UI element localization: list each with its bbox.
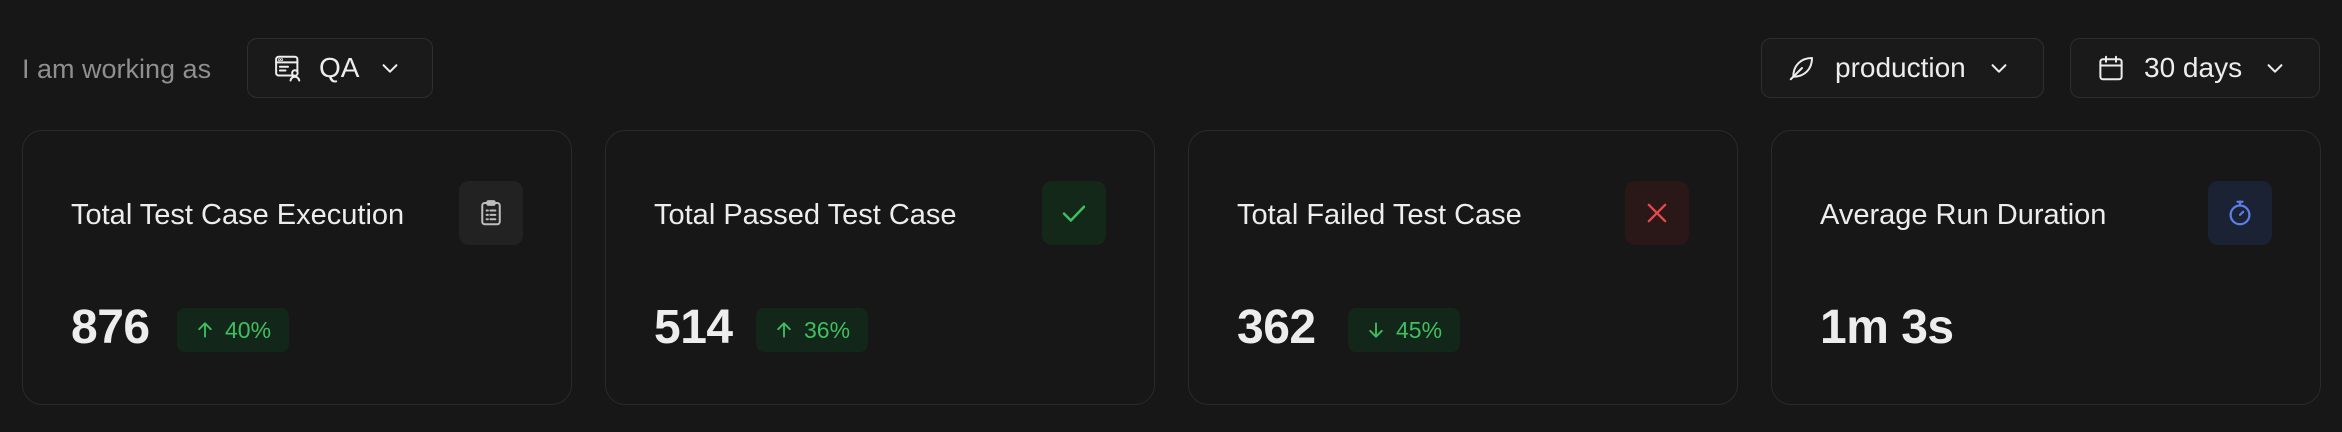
date-range-dropdown[interactable]: 30 days — [2070, 38, 2320, 98]
card-value: 1m 3s — [1820, 301, 1954, 354]
role-label: QA — [319, 52, 360, 83]
arrow-up-icon — [774, 320, 794, 340]
delta-badge: 40% — [177, 308, 290, 352]
clipboard-list-icon — [459, 181, 523, 245]
environment-dropdown[interactable]: production — [1761, 38, 2044, 98]
leaf-icon — [1787, 53, 1817, 83]
chevron-down-icon — [2264, 57, 2286, 79]
x-icon — [1625, 181, 1689, 245]
delta-value: 45% — [1396, 316, 1443, 343]
delta-value: 36% — [804, 316, 851, 343]
card-value: 362 — [1237, 301, 1316, 354]
card-value: 876 — [71, 301, 150, 354]
working-as-label: I am working as — [22, 54, 212, 84]
chevron-down-icon — [1988, 57, 2010, 79]
delta-badge: 36% — [756, 308, 869, 352]
stat-card-passed: Total Passed Test Case 514 36% — [605, 130, 1155, 405]
delta-badge: 45% — [1348, 308, 1461, 352]
card-title: Total Test Case Execution — [71, 199, 405, 231]
card-value: 514 — [654, 301, 733, 354]
card-title: Total Passed Test Case — [654, 199, 957, 231]
role-dropdown[interactable]: QA — [247, 38, 433, 98]
stat-card-total-executions: Total Test Case Execution 876 40% — [22, 130, 572, 405]
filter-bar: I am working as QA production 30 days — [0, 0, 2342, 132]
card-title: Total Failed Test Case — [1237, 199, 1522, 231]
environment-label: production — [1835, 52, 1966, 83]
arrow-down-icon — [1366, 320, 1386, 340]
date-range-label: 30 days — [2144, 52, 2243, 83]
calendar-icon — [2096, 53, 2126, 83]
stat-card-failed: Total Failed Test Case 362 45% — [1188, 130, 1738, 405]
chevron-down-icon — [379, 57, 401, 79]
check-icon — [1042, 181, 1106, 245]
stat-card-avg-duration: Average Run Duration 1m 3s — [1771, 130, 2321, 405]
browser-user-icon — [273, 53, 303, 83]
card-title: Average Run Duration — [1820, 199, 2107, 231]
delta-value: 40% — [225, 316, 272, 343]
arrow-up-icon — [195, 320, 215, 340]
stopwatch-icon — [2208, 181, 2272, 245]
